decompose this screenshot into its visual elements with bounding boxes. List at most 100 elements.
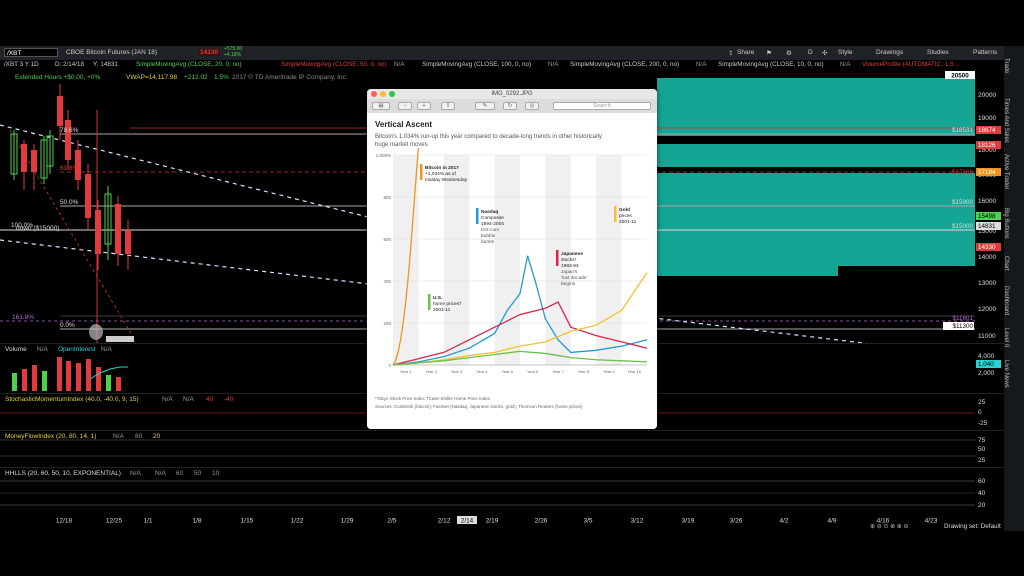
crosshair-icon[interactable]: ✣ [822,49,827,57]
volume-bar [76,363,81,391]
sma10-label[interactable]: SimpleMovingAvg (CLOSE, 10, 0, no) [718,61,824,68]
drawing-set-label[interactable]: Drawing set: Default [944,523,1001,530]
rail-trade[interactable]: Trade [1003,58,1009,73]
markup-toolbox-icon[interactable]: ◎ [525,102,539,110]
hhll-param: 60 [176,470,184,477]
timeframe-button[interactable]: D [808,49,813,56]
sma50-label[interactable]: SimpleMovingAvg (CLOSE, 50, 0, no) [281,61,387,68]
stochastic-value: N/A [183,396,195,403]
price-bubble [106,336,134,342]
price-tick: 13000 [978,280,996,287]
flag-icon[interactable]: ⚑ [766,49,772,57]
stochastic-tick: 25 [978,399,986,406]
sources: Sources: CoinDesk (bitcoin); FactSet (Na… [375,404,583,409]
chart-title: Vertical Ascent [375,120,432,129]
price-tick: 16000 [978,198,996,205]
mfi-lower: 20 [153,433,161,440]
symbol-input[interactable]: /XBT [4,48,58,57]
chart-period[interactable]: /XBT 3 Y 1D [4,61,39,68]
rail-big-buttons[interactable]: Big Buttons [1003,208,1009,239]
fib-0-label: 0.0% [60,322,75,329]
level-label: $15900 [952,199,974,206]
right-sidebar: Trade Times And Sales Active Trader Big … [1003,46,1024,531]
share-icon[interactable]: ⇪ [441,102,455,110]
volume-tick: 2,000 [978,370,995,377]
time-axis[interactable]: 12/18 12/25 1/1 1/8 1/15 1/22 1/29 2/5 2/12 2/14 2… [0,513,1004,531]
sma100-label[interactable]: SimpleMovingAvg (CLOSE, 100, 0, no) [422,61,531,68]
price-marker [89,324,103,340]
annotation-nasdaq: Nasdaq [481,209,498,215]
rail-times-and-sales[interactable]: Times And Sales [1003,98,1009,143]
y-tick-label: 600 [383,237,391,242]
rail-dashboard[interactable]: Dashboard [1003,286,1009,315]
mfi-tick: 75 [978,437,986,444]
level-label: $11601 [952,315,973,322]
minimize-button[interactable] [380,91,386,97]
rail-active-trader[interactable]: Active Trader [1003,154,1009,189]
stochastic-label: StochasticMomentumIndex (40.0, -40.0, 9,… [5,396,139,403]
x-tick-label: Year 9 [603,369,615,374]
rotate-icon[interactable]: ↻ [503,102,517,110]
share-button[interactable]: Share [737,49,754,56]
volume-profile-label[interactable]: VolumeProfile (AUTOMATIC, 1.5... [862,61,959,68]
year-band [393,155,419,365]
patterns-button[interactable]: Patterns [973,49,997,56]
image-viewer-window[interactable]: IMG_0292.JPG ▤ − + ⇪ ✎ ↻ ◎ Search Vertic… [367,89,657,429]
volume-tick: 4,000 [978,353,995,360]
markup-pen-icon[interactable]: ✎ [475,102,495,110]
chart-subtitle-line1: Bitcoin's 1,034% run-up this year compar… [375,134,602,140]
extended-hours-label: Extended Hours +$0.00, +0% [15,74,101,81]
hhll-pane[interactable]: HHLLS (20, 60, 50, 10, EXPONENTIAL) N/A … [0,467,1004,513]
annotation-nasdaq: bursts [481,239,495,245]
fib-618-label: 61.8% [60,165,79,172]
rail-chart[interactable]: Chart [1003,256,1009,271]
annotation-us: home prices† [433,301,462,307]
mfi-pane[interactable]: MoneyFlowIndex (20, 80, 14, 1) N/A 80 20… [0,430,1004,467]
stochastic-value: N/A [162,396,174,403]
search-input[interactable]: Search [553,102,651,110]
zoom-button[interactable] [389,91,395,97]
annotation-us: U.S. [433,295,442,301]
x-tick-label: Year 6 [527,369,539,374]
time-axis-label: 4/2 [779,518,788,525]
zoom-controls[interactable]: ⊕ ⊖ ⊙ ⊕ ⊕ ⊖ [870,524,909,530]
sma20-label[interactable]: SimpleMovingAvg (CLOSE, 20, 0, no) [136,61,242,68]
chart-subtitle-line2: huge market moves [375,142,428,148]
level-15000-label: down ($15000) [16,225,59,232]
price-box-text: 14330 [978,244,996,251]
hhll-label: HHLLS (20, 60, 50, 10, EXPONENTIAL) [5,470,121,477]
sidebar-toggle-icon[interactable]: ▤ [372,102,390,110]
mfi-tick: 25 [978,457,986,464]
drawings-button[interactable]: Drawings [876,49,903,56]
y-tick-label: 800 [383,195,391,200]
mfi-upper: 80 [135,433,143,440]
annotation-bitcoin: +1,034% as of [425,171,456,177]
hhll-value: N/A [155,470,167,477]
level-label: $15000 [952,223,974,230]
viewer-titlebar[interactable]: IMG_0292.JPG [367,89,657,99]
zoom-out-icon[interactable]: − [398,102,412,110]
sma200-label[interactable]: SimpleMovingAvg (CLOSE, 200, 0, no) [570,61,679,68]
volume-bar [42,371,47,391]
volume-box-text: 1,040 [978,361,994,368]
close-button[interactable] [371,91,377,97]
open-interest-label: OpenInterest [58,346,96,353]
share-icon[interactable]: ⇪ [728,49,733,57]
rail-level-ii[interactable]: Level II [1003,328,1009,347]
sma50-value: N/A [394,61,405,68]
stochastic-lower: -40 [224,396,234,403]
time-axis-label: 1/15 [241,518,254,525]
time-axis-label: 2/19 [486,518,499,525]
style-button[interactable]: Style [838,49,852,56]
annotation-marker-gold [614,206,617,222]
volume-profile-gap [657,136,975,144]
y-tick-label: 200 [383,321,391,326]
studies-button[interactable]: Studies [927,49,949,56]
time-axis-label: 2/12 [438,518,451,525]
annotation-nasdaq: 1994-2004 [481,221,504,227]
rail-live-news[interactable]: Live News [1003,360,1009,388]
gear-icon[interactable]: ⚙ [786,49,792,57]
annotation-japan: 'lost decade' [561,275,587,281]
zoom-in-icon[interactable]: + [417,102,431,110]
candle [21,144,27,172]
